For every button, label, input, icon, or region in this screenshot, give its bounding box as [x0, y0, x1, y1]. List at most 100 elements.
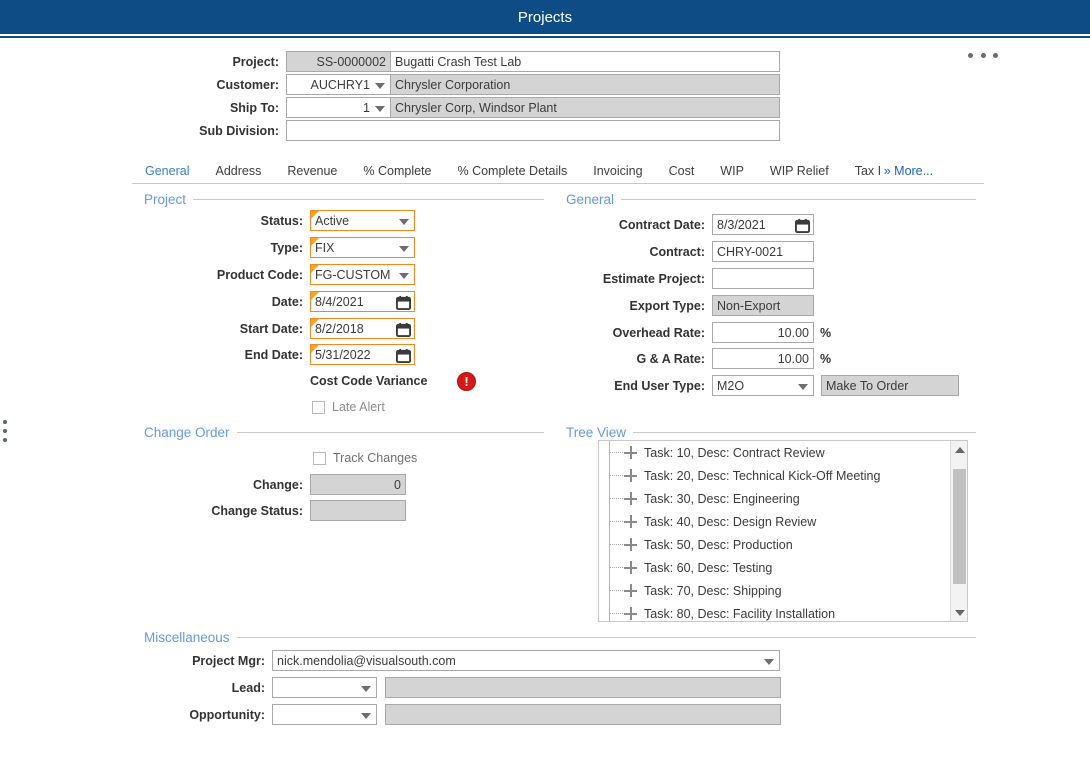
- customer-name-field: Chrysler Corporation: [390, 74, 780, 95]
- contract-date-value: 8/3/2021: [717, 218, 766, 232]
- tree-node[interactable]: Task: 20, Desc: Technical Kick-Off Meeti…: [599, 464, 949, 487]
- tab-revenue[interactable]: Revenue: [274, 160, 350, 182]
- end-user-type-value: M2O: [717, 379, 744, 393]
- chevron-down-icon: [375, 106, 385, 112]
- tab-percent-complete-details[interactable]: % Complete Details: [444, 160, 580, 182]
- tree-node[interactable]: Task: 60, Desc: Testing: [599, 556, 949, 579]
- project-mgr-value: nick.mendolia@visualsouth.com: [277, 654, 456, 668]
- tree-node-label: Task: 20, Desc: Technical Kick-Off Meeti…: [644, 469, 880, 483]
- lead-row: Lead:: [144, 677, 781, 698]
- tab-tax[interactable]: Tax Ir: [842, 160, 880, 182]
- customer-code-value: AUCHRY1: [310, 78, 370, 92]
- scroll-up-arrow-icon[interactable]: [951, 441, 968, 458]
- track-changes-checkbox[interactable]: Track Changes: [313, 451, 417, 465]
- tab-general[interactable]: General: [132, 160, 202, 182]
- overhead-rate-label: Overhead Rate:: [566, 326, 712, 340]
- contract-date-field[interactable]: 8/3/2021: [712, 214, 814, 235]
- tree-connector: [609, 567, 623, 568]
- expand-plus-icon[interactable]: [624, 584, 637, 597]
- project-label: Project:: [0, 55, 286, 69]
- tree-node-label: Task: 30, Desc: Engineering: [644, 492, 800, 506]
- customer-label: Customer:: [0, 78, 286, 92]
- export-type-row: Export Type: Non-Export: [566, 295, 814, 316]
- section-header-project: Project: [144, 192, 544, 207]
- tab-bar: General Address Revenue % Complete % Com…: [132, 160, 984, 184]
- tree-node-label: Task: 80, Desc: Facility Installation: [644, 607, 835, 621]
- ship-to-code-combo[interactable]: 1: [286, 97, 391, 118]
- status-value: Active: [315, 214, 349, 228]
- section-caption-change-order: Change Order: [144, 425, 237, 440]
- tree-node[interactable]: Task: 70, Desc: Shipping: [599, 579, 949, 602]
- handle-dot: [3, 438, 7, 442]
- panel-drag-handle[interactable]: [3, 420, 9, 442]
- ga-rate-field[interactable]: 10.00: [712, 348, 814, 369]
- tree-node[interactable]: Task: 30, Desc: Engineering: [599, 487, 949, 510]
- tree-connector: [609, 452, 623, 453]
- change-status-field: [310, 500, 406, 521]
- calendar-icon[interactable]: [795, 218, 809, 232]
- calendar-icon[interactable]: [396, 295, 410, 309]
- date-field[interactable]: 8/4/2021: [310, 291, 415, 312]
- overhead-rate-field[interactable]: 10.00: [712, 322, 814, 343]
- calendar-icon[interactable]: [396, 322, 410, 336]
- project-code-field[interactable]: SS-0000002: [286, 51, 391, 72]
- product-code-combo[interactable]: FG-CUSTOM: [310, 264, 415, 285]
- scroll-down-arrow-icon[interactable]: [951, 604, 968, 621]
- scrollbar-thumb[interactable]: [953, 469, 966, 584]
- estimate-project-field[interactable]: [712, 268, 814, 289]
- tree-node-label: Task: 50, Desc: Production: [644, 538, 793, 552]
- tree-scrollbar[interactable]: [950, 441, 967, 621]
- end-date-field[interactable]: 5/31/2022: [310, 344, 415, 365]
- product-code-row: Product Code: FG-CUSTOM: [144, 264, 415, 285]
- section-header-change-order: Change Order: [144, 425, 544, 440]
- tab-more-button[interactable]: » More...: [880, 160, 946, 182]
- ga-rate-label: G & A Rate:: [566, 352, 712, 366]
- ship-to-label: Ship To:: [0, 101, 286, 115]
- tab-wip-relief[interactable]: WIP Relief: [757, 160, 842, 182]
- product-code-value: FG-CUSTOM: [315, 268, 390, 282]
- task-tree-view[interactable]: Task: 10, Desc: Contract Review Task: 20…: [598, 440, 968, 622]
- project-name-field[interactable]: Bugatti Crash Test Lab: [390, 51, 780, 72]
- project-mgr-combo[interactable]: nick.mendolia@visualsouth.com: [272, 650, 780, 671]
- type-combo[interactable]: FIX: [310, 237, 415, 258]
- opportunity-combo[interactable]: [272, 704, 377, 725]
- chevron-down-icon: [399, 273, 409, 279]
- calendar-icon[interactable]: [396, 348, 410, 362]
- tab-cost[interactable]: Cost: [656, 160, 708, 182]
- ship-to-name-field: Chrysler Corp, Windsor Plant: [390, 97, 780, 118]
- chevron-down-icon: [361, 713, 371, 719]
- expand-plus-icon[interactable]: [624, 515, 637, 528]
- contract-field[interactable]: CHRY-0021: [712, 241, 814, 262]
- tree-node[interactable]: Task: 80, Desc: Facility Installation: [599, 602, 949, 622]
- title-underline: [0, 36, 1090, 38]
- cost-code-variance-error-icon: !: [457, 372, 476, 391]
- date-label: Date:: [144, 295, 310, 309]
- sub-division-field[interactable]: [286, 120, 780, 141]
- customer-code-combo[interactable]: AUCHRY1: [286, 74, 391, 95]
- lead-combo[interactable]: [272, 677, 377, 698]
- tab-percent-complete[interactable]: % Complete: [350, 160, 444, 182]
- tree-node[interactable]: Task: 50, Desc: Production: [599, 533, 949, 556]
- expand-plus-icon[interactable]: [624, 446, 637, 459]
- tab-wip[interactable]: WIP: [707, 160, 757, 182]
- expand-plus-icon[interactable]: [624, 469, 637, 482]
- start-date-field[interactable]: 8/2/2018: [310, 318, 415, 339]
- date-value: 8/4/2021: [315, 295, 364, 309]
- start-date-row: Start Date: 8/2/2018: [144, 318, 415, 339]
- tree-node[interactable]: Task: 10, Desc: Contract Review: [599, 441, 949, 464]
- tab-invoicing[interactable]: Invoicing: [580, 160, 655, 182]
- end-user-type-combo[interactable]: M2O: [712, 375, 814, 396]
- expand-plus-icon[interactable]: [624, 492, 637, 505]
- expand-plus-icon[interactable]: [624, 607, 637, 620]
- expand-plus-icon[interactable]: [624, 538, 637, 551]
- type-value: FIX: [315, 241, 334, 255]
- late-alert-checkbox[interactable]: Late Alert: [312, 400, 385, 414]
- expand-plus-icon[interactable]: [624, 561, 637, 574]
- record-header-form: Project: SS-0000002 Bugatti Crash Test L…: [0, 50, 1090, 142]
- change-label: Change:: [144, 478, 310, 492]
- sub-division-row: Sub Division:: [0, 119, 1090, 142]
- change-field: 0: [310, 474, 406, 495]
- status-combo[interactable]: Active: [310, 210, 415, 231]
- tree-node[interactable]: Task: 40, Desc: Design Review: [599, 510, 949, 533]
- tab-address[interactable]: Address: [202, 160, 274, 182]
